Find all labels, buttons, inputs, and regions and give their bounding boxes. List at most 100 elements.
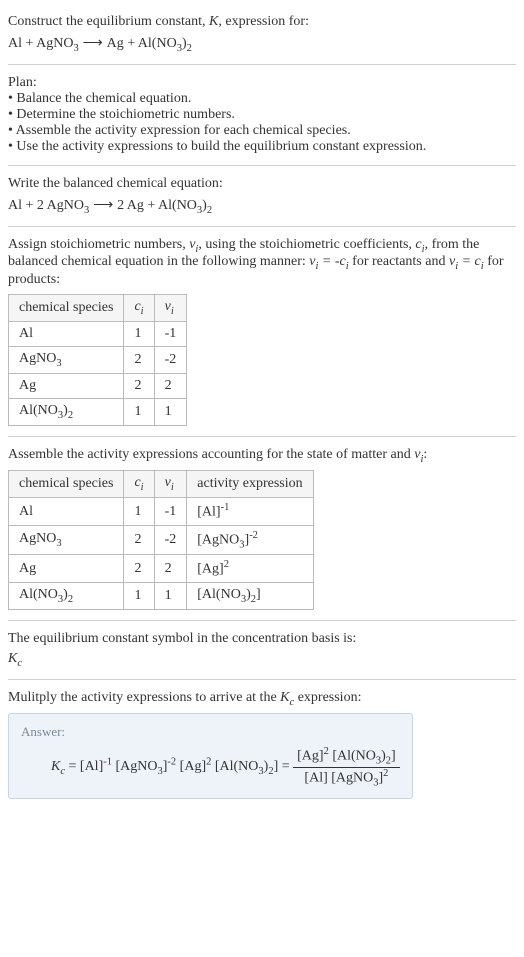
ec-p1: The equilibrium constant symbol in the c… xyxy=(8,631,516,647)
divider xyxy=(8,64,516,65)
td-nu: -1 xyxy=(154,498,187,526)
aeexp: 2 xyxy=(224,559,229,570)
th-c: ci xyxy=(124,295,154,322)
ans-k: K xyxy=(51,760,60,775)
ae1: [Ag] xyxy=(197,562,223,577)
td-c: 1 xyxy=(124,398,154,425)
mu-p2: expression: xyxy=(294,690,361,705)
td-species: Al(NO3)2 xyxy=(9,398,124,425)
st-p1: Assign stoichiometric numbers, xyxy=(8,237,189,252)
n2: [Al(NO xyxy=(329,749,376,764)
eq-lhs: Al + AgNO xyxy=(8,36,73,51)
ae1: [Al] xyxy=(197,505,220,520)
activity-text: Assemble the activity expressions accoun… xyxy=(8,447,516,465)
sp-a: AgNO xyxy=(19,351,56,366)
activity-section: Assemble the activity expressions accoun… xyxy=(8,441,516,616)
sp-a: Al(NO xyxy=(19,587,58,602)
ac-p1: Assemble the activity expressions accoun… xyxy=(8,447,414,462)
plan-b2: • Determine the stoichiometric numbers. xyxy=(8,107,516,123)
frac-num: [Ag]2 [Al(NO3)2] xyxy=(293,746,400,767)
eq-rhs: Ag + Al(NO xyxy=(107,36,177,51)
balanced-equation: Al + 2 AgNO3 ⟶ 2 Ag + Al(NO3)2 xyxy=(8,196,516,216)
st-e2b: = c xyxy=(458,254,481,269)
sp-a: AgNO xyxy=(19,531,56,546)
mult-text: Mulitply the activity expressions to arr… xyxy=(8,690,516,708)
bal-rhs: 2 Ag + Al(NO xyxy=(117,198,197,213)
td-nu: -2 xyxy=(154,525,187,554)
ec-k: K xyxy=(8,651,17,666)
td-ae: [AgNO3]-2 xyxy=(187,525,313,554)
ans-e2: -2 xyxy=(167,757,176,768)
th-c-sub: i xyxy=(141,306,144,317)
td-nu: 2 xyxy=(154,373,187,398)
sp-sub2: 2 xyxy=(68,410,73,421)
n1: [Ag] xyxy=(297,749,323,764)
intro-equation: Al + AgNO3 ⟶ Ag + Al(NO3)2 xyxy=(8,34,516,54)
activity-table: chemical species ci νi activity expressi… xyxy=(8,470,314,609)
td-c: 1 xyxy=(124,321,154,346)
th-nu-sub: i xyxy=(171,306,174,317)
td-ae: [Al(NO3)2] xyxy=(187,582,313,609)
plan-section: Plan: • Balance the chemical equation. •… xyxy=(8,69,516,161)
td-nu: 2 xyxy=(154,555,187,583)
plan-b1: • Balance the chemical equation. xyxy=(8,91,516,107)
st-p2: , using the stoichiometric coefficients, xyxy=(198,237,415,252)
ac-colon: : xyxy=(423,447,427,462)
ans-p7: ] = xyxy=(274,760,294,775)
table-row: AgNO3 2 -2 xyxy=(9,346,187,373)
stoich-text: Assign stoichiometric numbers, νi, using… xyxy=(8,237,516,289)
aeexp: -2 xyxy=(249,530,258,541)
divider xyxy=(8,226,516,227)
td-species: AgNO3 xyxy=(9,525,124,554)
stoich-section: Assign stoichiometric numbers, νi, using… xyxy=(8,231,516,432)
td-species: Ag xyxy=(9,555,124,583)
eq-arrow: ⟶ xyxy=(79,34,107,50)
td-nu: 1 xyxy=(154,398,187,425)
plan-title: Plan: xyxy=(8,75,516,91)
n4: ] xyxy=(391,749,396,764)
td-c: 1 xyxy=(124,582,154,609)
th-species: chemical species xyxy=(9,471,124,498)
td-nu: -1 xyxy=(154,321,187,346)
plan-b3: • Assemble the activity expression for e… xyxy=(8,123,516,139)
table-header-row: chemical species ci νi activity expressi… xyxy=(9,471,314,498)
intro-p1: Construct the equilibrium constant, xyxy=(8,14,209,29)
td-species: Al(NO3)2 xyxy=(9,582,124,609)
th-nu-sub: i xyxy=(171,482,174,493)
th-c-sub: i xyxy=(141,482,144,493)
answer-label: Answer: xyxy=(21,724,400,740)
td-nu: 1 xyxy=(154,582,187,609)
table-row: Ag 2 2 xyxy=(9,373,187,398)
eqconst-section: The equilibrium constant symbol in the c… xyxy=(8,625,516,675)
table-row: Al(NO3)2 1 1 xyxy=(9,398,187,425)
frac-den: [Al] [AgNO3]2 xyxy=(293,768,400,788)
ae1: [AgNO xyxy=(197,532,239,547)
st-e1b: = -c xyxy=(318,254,345,269)
aeexp: -1 xyxy=(221,502,230,513)
ec-c: c xyxy=(17,658,22,669)
intro-k: K xyxy=(209,14,218,29)
ans-p2: [AgNO xyxy=(112,760,158,775)
bal-sub3: 2 xyxy=(207,205,212,216)
th-nu: νi xyxy=(154,471,187,498)
plan-b4: • Use the activity expressions to build … xyxy=(8,139,516,155)
td-ae: [Al]-1 xyxy=(187,498,313,526)
answer-fraction: [Ag]2 [Al(NO3)2][Al] [AgNO3]2 xyxy=(293,746,400,788)
th-species: chemical species xyxy=(9,295,124,322)
table-row: AgNO3 2 -2 [AgNO3]-2 xyxy=(9,525,314,554)
divider xyxy=(8,165,516,166)
answer-expression: Kc = [Al]-1 [AgNO3]-2 [Ag]2 [Al(NO3)2] =… xyxy=(21,746,400,788)
sp-sub: 3 xyxy=(56,538,61,549)
table-row: Al 1 -1 [Al]-1 xyxy=(9,498,314,526)
td-c: 2 xyxy=(124,555,154,583)
intro-p2: , expression for: xyxy=(218,14,309,29)
multiply-section: Mulitply the activity expressions to arr… xyxy=(8,684,516,806)
td-c: 2 xyxy=(124,373,154,398)
mu-k: K xyxy=(280,690,289,705)
td-ae: [Ag]2 xyxy=(187,555,313,583)
th-c: ci xyxy=(124,471,154,498)
eq-sub3: 2 xyxy=(187,43,192,54)
table-row: Ag 2 2 [Ag]2 xyxy=(9,555,314,583)
divider xyxy=(8,436,516,437)
table-row: Al(NO3)2 1 1 [Al(NO3)2] xyxy=(9,582,314,609)
